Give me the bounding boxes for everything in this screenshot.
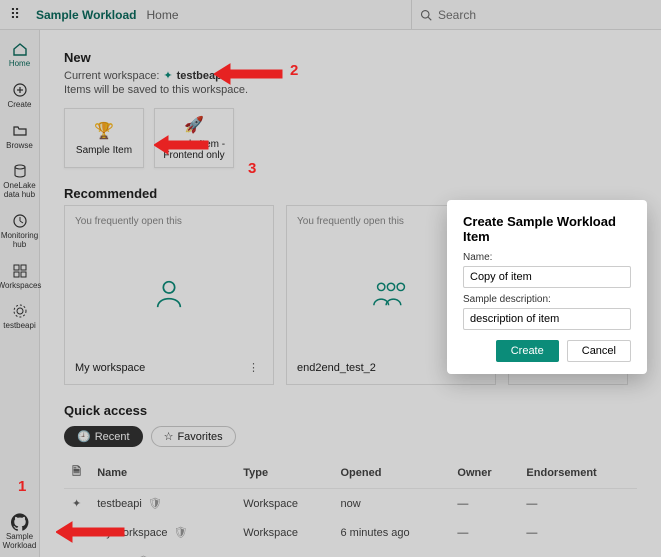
- row-opened: 13 hours ago: [333, 547, 450, 557]
- user-icon: [152, 276, 186, 313]
- create-button[interactable]: Create: [496, 340, 559, 362]
- nav-testbeapi[interactable]: testbeapi: [0, 296, 40, 337]
- nav-label: Monitoring hub: [0, 232, 40, 250]
- nav-label: Create: [7, 101, 31, 110]
- rocket-icon: 🚀: [184, 115, 204, 135]
- col-owner[interactable]: Owner: [449, 457, 518, 489]
- workspaces-icon: [11, 262, 29, 280]
- plus-circle-icon: [11, 81, 29, 99]
- workspace-badge-icon: ✦: [163, 69, 172, 82]
- quick-access-filters: 🕘 Recent ☆Favorites: [64, 426, 637, 447]
- app-title: Sample Workload: [36, 8, 136, 22]
- desc-input[interactable]: [463, 308, 631, 330]
- row-type: Workspace: [235, 489, 332, 519]
- recommended-card-title: My workspace: [75, 362, 145, 374]
- annotation-1-arrow: [56, 520, 126, 548]
- pill-label: Favorites: [177, 431, 222, 443]
- nav-onelake[interactable]: OneLake data hub: [0, 156, 40, 206]
- table-row[interactable]: ✦ TdTest 🛡 Workspace 13 hours ago — —: [64, 547, 637, 557]
- nav-home[interactable]: Home: [0, 34, 40, 75]
- current-workspace-line: Current workspace: ✦ testbeapi: [64, 69, 637, 82]
- nav-label: Sample Workload: [0, 533, 40, 551]
- col-endorsement[interactable]: Endorsement: [518, 457, 637, 489]
- annotation-2-label: 2: [290, 62, 298, 79]
- card-sample-item[interactable]: 🏆 Sample Item: [64, 108, 144, 168]
- nav-workspaces[interactable]: Workspaces: [0, 256, 40, 297]
- workspace-row-icon: ✦: [64, 489, 89, 519]
- row-type: Workspace: [235, 547, 332, 557]
- col-icon: 🗎: [64, 457, 89, 489]
- nav-create[interactable]: Create: [0, 75, 40, 116]
- pill-favorites[interactable]: ☆Favorites: [151, 426, 236, 447]
- annotation-2-arrow: [214, 62, 284, 90]
- cancel-button[interactable]: Cancel: [567, 340, 631, 362]
- workspace-icon: [11, 302, 29, 320]
- nav-label: OneLake data hub: [0, 182, 40, 200]
- folder-icon: [11, 122, 29, 140]
- save-hint: Items will be saved to this workspace.: [64, 84, 637, 96]
- frequently-label: You frequently open this: [75, 216, 263, 227]
- nav-label: Home: [9, 60, 30, 69]
- home-icon: [11, 40, 29, 58]
- annotation-3-arrow: [154, 134, 210, 160]
- row-endorsement: —: [518, 547, 637, 557]
- col-name[interactable]: Name: [89, 457, 235, 489]
- col-opened[interactable]: Opened: [333, 457, 450, 489]
- clock-icon: 🕘: [77, 430, 91, 443]
- global-search[interactable]: [411, 0, 661, 29]
- card-label: Sample Item: [76, 145, 132, 156]
- desc-label: Sample description:: [463, 294, 631, 305]
- search-input[interactable]: [438, 8, 653, 22]
- current-workspace-label: Current workspace:: [64, 70, 159, 82]
- star-icon: ☆: [164, 430, 174, 443]
- row-opened: now: [333, 489, 450, 519]
- name-input[interactable]: [463, 266, 631, 288]
- search-icon: [420, 9, 432, 21]
- quick-access-table: 🗎 Name Type Opened Owner Endorsement ✦ t…: [64, 457, 637, 557]
- table-row[interactable]: ✦ testbeapi 🛡 Workspace now — —: [64, 489, 637, 519]
- nav-label: testbeapi: [3, 322, 35, 331]
- row-owner: —: [449, 518, 518, 547]
- breadcrumb-home[interactable]: Home: [146, 8, 178, 22]
- col-type[interactable]: Type: [235, 457, 332, 489]
- users-icon: [369, 276, 413, 313]
- dialog-title: Create Sample Workload Item: [463, 214, 631, 244]
- github-icon: [11, 513, 29, 531]
- new-item-cards: 🏆 Sample Item 🚀 Sample Item - Frontend o…: [64, 108, 637, 168]
- sensitivity-icon: 🛡: [174, 526, 188, 539]
- table-row[interactable]: ✦ My workspace 🛡 Workspace 6 minutes ago…: [64, 518, 637, 547]
- row-name: testbeapi: [97, 498, 142, 510]
- sensitivity-icon: 🛡: [148, 497, 162, 510]
- app-launcher-icon[interactable]: ⠿: [0, 6, 30, 23]
- nav-browse[interactable]: Browse: [0, 116, 40, 157]
- nav-label: Browse: [6, 142, 33, 151]
- row-type: Workspace: [235, 518, 332, 547]
- pill-label: Recent: [95, 431, 130, 443]
- database-icon: [11, 162, 29, 180]
- quick-access-title: Quick access: [64, 403, 637, 418]
- new-section-title: New: [64, 50, 637, 65]
- row-opened: 6 minutes ago: [333, 518, 450, 547]
- trophy-icon: 🏆: [94, 121, 114, 141]
- nav-monitoring[interactable]: Monitoring hub: [0, 206, 40, 256]
- recommended-card-title: end2end_test_2: [297, 362, 376, 374]
- create-item-dialog: Create Sample Workload Item Name: Sample…: [447, 200, 647, 374]
- monitor-icon: [11, 212, 29, 230]
- row-owner: —: [449, 547, 518, 557]
- recommended-title: Recommended: [64, 186, 637, 201]
- annotation-1-label: 1: [18, 478, 26, 495]
- workspace-row-icon: ✦: [64, 547, 89, 557]
- nav-label: Workspaces: [0, 282, 41, 291]
- pill-recent[interactable]: 🕘 Recent: [64, 426, 143, 447]
- row-endorsement: —: [518, 518, 637, 547]
- row-owner: —: [449, 489, 518, 519]
- nav-sample-workload[interactable]: Sample Workload: [0, 507, 40, 557]
- name-label: Name:: [463, 252, 631, 263]
- top-bar: ⠿ Sample Workload Home: [0, 0, 661, 30]
- card-more-icon[interactable]: ⋮: [244, 361, 263, 374]
- recommended-card[interactable]: You frequently open this My workspace ⋮: [64, 205, 274, 385]
- annotation-3-label: 3: [248, 160, 256, 177]
- row-endorsement: —: [518, 489, 637, 519]
